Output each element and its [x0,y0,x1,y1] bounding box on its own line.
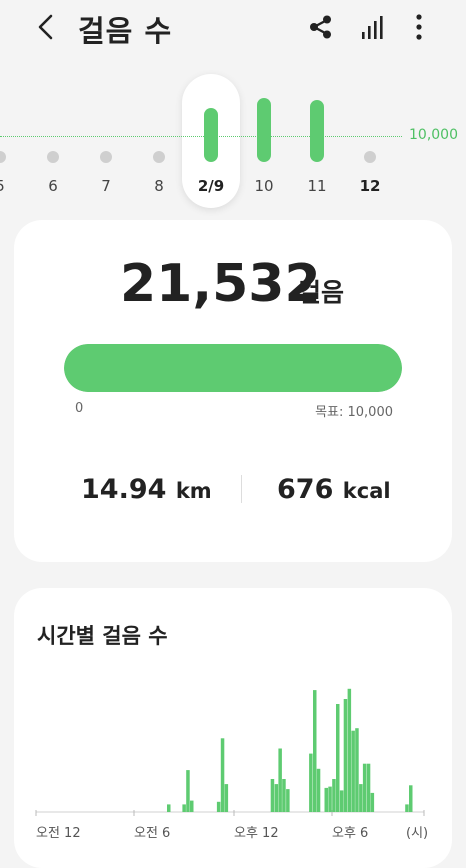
steps-progress-bar [64,344,402,392]
hourly-bar [216,801,221,812]
bar-chart-icon [362,16,383,39]
distance-unit: km [175,479,212,503]
hourly-x-label: 오전 6 [134,826,171,841]
day-label: 6 [48,177,58,195]
hourly-bar [270,779,275,812]
hourly-bar [336,704,340,812]
day-empty-dot [364,151,376,163]
hourly-x-label: (시) [406,826,429,841]
hourly-bar [313,690,317,812]
hourly-bar [351,730,355,812]
day-steps-bar [310,100,324,162]
day-steps-bar [204,108,218,162]
hourly-bar [286,789,290,812]
hourly-bar [278,748,282,812]
page-title: 걸음 수 [78,14,173,48]
progress-min-label: 0 [75,401,84,416]
day-item[interactable]: 5 [0,60,20,210]
hourly-bar [405,804,409,812]
hourly-bar [224,784,229,812]
hourly-steps-card[interactable]: 시간별 걸음 수 오전 12 오전 6 오후 12 오후 6 (시) [14,588,452,868]
day-empty-dot [0,151,6,163]
hourly-bar [309,753,313,812]
hourly-x-label: 오전 12 [36,826,81,841]
day-label: 12 [359,177,381,195]
calories-unit: kcal [342,479,391,503]
more-vertical-icon [416,14,422,40]
hourly-steps-chart [35,688,425,816]
hourly-bar [220,738,225,812]
day-label: 2/9 [197,177,225,195]
steps-count: 21,532 [120,254,321,314]
stats-divider [241,475,242,503]
app-header: 걸음 수 [0,0,466,56]
hourly-bar [362,763,367,812]
hourly-x-label: 오후 12 [234,826,279,841]
hourly-bar [359,784,363,812]
day-label: 5 [0,177,20,195]
goal-line-label: 10,000 [409,127,458,143]
hourly-bar [332,779,336,812]
distance-stat: 14.94 km [81,474,212,505]
day-empty-dot [47,151,59,163]
hourly-bar [182,804,186,812]
share-button[interactable] [306,12,336,42]
day-item[interactable]: 6 [33,60,73,210]
hourly-bar [409,785,413,812]
chart-view-button[interactable] [358,12,388,42]
hourly-bar [324,787,328,812]
day-empty-dot [100,151,112,163]
day-item[interactable]: 2/9 [191,60,231,210]
hourly-bar [328,786,332,812]
hourly-bar [343,699,348,812]
daily-steps-strip: 10,000 5 6 7 8 2/9 10 11 12 [0,60,466,220]
hourly-bar [347,688,352,812]
hourly-bar [339,790,344,812]
hourly-bar [366,763,371,812]
day-item[interactable]: 8 [139,60,179,210]
day-label: 10 [254,177,274,195]
hourly-bar [370,792,375,812]
day-label: 8 [154,177,164,195]
day-label: 7 [101,177,111,195]
calories-value: 676 [277,474,334,505]
hourly-bar [316,768,321,812]
back-button[interactable] [30,10,60,44]
hourly-bar [167,804,171,812]
hourly-bar [355,728,359,812]
hourly-x-label: 오후 6 [332,826,369,841]
steps-progress-fill [64,344,402,392]
hourly-bar [274,784,279,812]
progress-goal-label: 목표: 10,000 [315,405,393,420]
calories-stat: 676 kcal [277,474,391,505]
chevron-left-icon [38,14,53,40]
day-item[interactable]: 12 [350,60,390,210]
hourly-bar [190,800,194,812]
day-item[interactable]: 11 [297,60,337,210]
steps-summary-card: 21,532 걸음 0 목표: 10,000 14.94 km 676 kcal [14,220,452,562]
steps-unit: 걸음 [298,278,345,307]
day-empty-dot [153,151,165,163]
day-item[interactable]: 7 [86,60,126,210]
day-steps-bar [257,98,271,162]
distance-value: 14.94 [81,474,167,505]
hourly-bar [186,770,190,812]
share-icon [310,15,331,39]
day-label: 11 [307,177,327,195]
day-item[interactable]: 10 [244,60,284,210]
hourly-bar [282,779,286,812]
more-options-button[interactable] [408,12,430,42]
